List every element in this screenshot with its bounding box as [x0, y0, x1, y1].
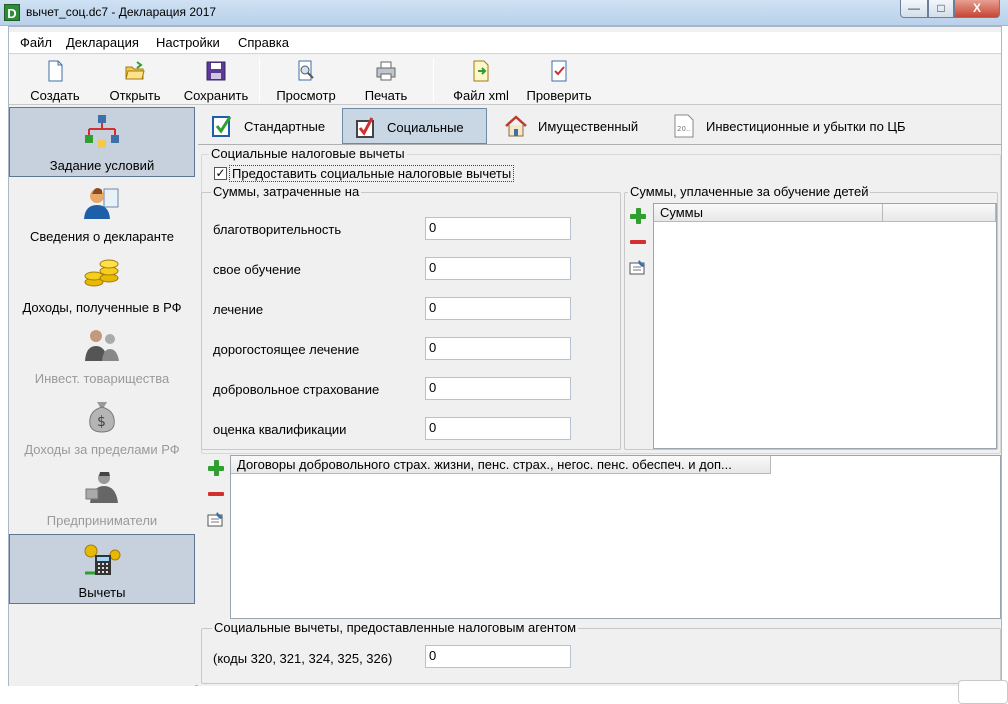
person-icon [84, 188, 119, 219]
svg-text:$: $ [97, 414, 106, 430]
own-education-field[interactable]: 0 [425, 257, 571, 280]
app-logo-icon: D [4, 4, 20, 21]
own-education-label: свое обучение [213, 262, 301, 277]
create-button[interactable]: Создать [19, 58, 91, 104]
xml-export-icon [473, 60, 489, 82]
save-button[interactable]: Сохранить [179, 58, 253, 104]
maximize-button[interactable]: □ [928, 0, 954, 18]
house-icon [505, 115, 527, 137]
sidebar-item-conditions[interactable]: Задание условий [9, 107, 195, 177]
tab-standard[interactable]: Стандартные [200, 108, 340, 144]
sidebar-item-income-rf[interactable]: Доходы, полученные в РФ [9, 250, 195, 320]
edit-children-sum-icon[interactable] [629, 259, 647, 275]
tab-divider [198, 144, 1001, 145]
window-title: вычет_соц.dc7 - Декларация 2017 [26, 5, 217, 19]
preview-button[interactable]: Просмотр [271, 58, 341, 104]
treatment-label: лечение [213, 302, 264, 317]
voluntary-insurance-label: добровольное страхование [213, 382, 380, 397]
expensive-treatment-label: дорогостоящее лечение [213, 342, 360, 357]
checkbox-document-icon [356, 117, 374, 138]
tax-agent-group-title: Социальные вычеты, предоставленные налог… [212, 620, 579, 635]
expensive-treatment-field[interactable]: 0 [425, 337, 571, 360]
treatment-field[interactable]: 0 [425, 297, 571, 320]
tab-property[interactable]: Имущественный [494, 108, 656, 144]
children-sums-column-header[interactable]: Суммы [654, 204, 883, 222]
contracts-column-header[interactable]: Договоры добровольного страх. жизни, пен… [231, 456, 771, 474]
children-sums-table[interactable]: Суммы [653, 203, 997, 449]
social-group-title: Социальные налоговые вычеты [209, 146, 407, 161]
menu-settings[interactable]: Настройки [156, 35, 220, 50]
sidebar-item-deductions[interactable]: Вычеты [9, 534, 195, 604]
menu-help[interactable]: Справка [238, 35, 289, 50]
save-disk-icon [206, 61, 226, 81]
open-folder-icon [125, 61, 145, 80]
businessman-icon [85, 472, 118, 503]
tab-investment[interactable]: 20.. Инвестиционные и убытки по ЦБ [662, 108, 932, 144]
agent-deductions-field[interactable]: 0 [425, 645, 571, 668]
charity-label: благотворительность [213, 222, 342, 237]
children-sums-empty-column-header [883, 204, 996, 222]
partners-icon [85, 330, 119, 361]
toolbar: Создать Открыть Сохранить Просмотр Печат… [9, 55, 1001, 105]
checked-document-icon [212, 116, 232, 137]
printer-icon [376, 61, 396, 81]
paper-document-icon: 20.. [674, 114, 694, 138]
edit-contract-icon[interactable] [207, 511, 225, 527]
title-bar: D вычет_соц.dc7 - Декларация 2017 — □ X [0, 0, 1008, 26]
sidebar-item-entrepreneurs[interactable]: Предприниматели [9, 463, 195, 533]
taskbar-corner [958, 680, 1008, 704]
print-button[interactable]: Печать [349, 58, 423, 104]
voluntary-insurance-field[interactable]: 0 [425, 377, 571, 400]
qualification-assessment-label: оценка квалификации [213, 422, 347, 437]
agent-codes-label: (коды 320, 321, 324, 325, 326) [213, 651, 393, 666]
children-group-title: Суммы, уплаченные за обучение детей [628, 184, 871, 199]
provide-deductions-label[interactable]: Предоставить социальные налоговые вычеты [229, 165, 515, 182]
preview-icon [298, 60, 314, 81]
menu-declaration[interactable]: Декларация [66, 35, 139, 50]
new-document-icon [48, 60, 63, 82]
menu-bar: Файл Декларация Настройки Справка [9, 32, 1001, 54]
add-contract-icon[interactable] [207, 459, 225, 477]
menu-file[interactable]: Файл [20, 35, 52, 50]
open-button[interactable]: Открыть [99, 58, 171, 104]
spent-group-title: Суммы, затраченные на [211, 184, 362, 199]
xml-file-button[interactable]: Файл xml [445, 58, 517, 104]
qualification-assessment-field[interactable]: 0 [425, 417, 571, 440]
sidebar-item-foreign-income[interactable]: $ Доходы за пределами РФ [9, 392, 195, 462]
sidebar-item-investment-partnerships[interactable]: Инвест. товарищества [9, 321, 195, 391]
check-document-icon [551, 60, 567, 82]
tab-social[interactable]: Социальные [342, 108, 487, 144]
flowchart-icon [85, 115, 119, 148]
calculator-coins-icon [84, 544, 121, 575]
bottom-strip [0, 686, 1008, 704]
money-bag-icon: $ [89, 402, 115, 433]
delete-children-sum-icon[interactable] [629, 233, 647, 251]
minimize-button[interactable]: — [900, 0, 928, 18]
sidebar-item-declarant[interactable]: Сведения о декларанте [9, 179, 195, 249]
check-button[interactable]: Проверить [521, 58, 597, 104]
close-button[interactable]: X [954, 0, 1000, 18]
sidebar: Задание условий Сведения о декларанте До… [9, 107, 195, 686]
gold-coins-icon [84, 259, 119, 287]
add-children-sum-icon[interactable] [629, 207, 647, 225]
delete-contract-icon[interactable] [207, 485, 225, 503]
charity-field[interactable]: 0 [425, 217, 571, 240]
provide-deductions-checkbox[interactable]: ✓ [214, 167, 227, 180]
contracts-table[interactable]: Договоры добровольного страх. жизни, пен… [230, 455, 1001, 619]
svg-text:20..: 20.. [677, 125, 690, 133]
